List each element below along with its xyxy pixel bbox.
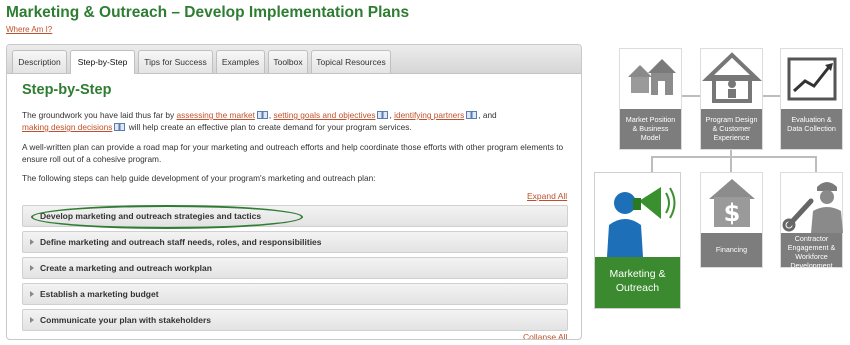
- book-icon[interactable]: [377, 111, 389, 119]
- connector-line: [730, 150, 732, 173]
- card-caption: Program Design & Customer Experience: [705, 115, 758, 142]
- tab-description[interactable]: Description: [12, 50, 67, 73]
- tab-toolbox[interactable]: Toolbox: [268, 50, 308, 73]
- accordion-step-label: Create a marketing and outreach workplan: [40, 263, 212, 273]
- card-program-design[interactable]: Program Design & Customer Experience: [700, 48, 763, 150]
- accordion-step[interactable]: Develop marketing and outreach strategie…: [22, 205, 568, 227]
- connector-line: [815, 156, 817, 173]
- chevron-right-icon: [30, 265, 34, 271]
- accordion-step-label: Develop marketing and outreach strategie…: [40, 211, 262, 221]
- svg-text:$: $: [724, 199, 741, 227]
- accordion-step[interactable]: Establish a marketing budget: [22, 283, 568, 305]
- chevron-right-icon: [30, 317, 34, 323]
- card-caption: Market Position & Business Model: [625, 115, 676, 142]
- card-evaluation[interactable]: Evaluation & Data Collection: [780, 48, 843, 150]
- card-caption: Marketing & Outreach: [609, 268, 666, 294]
- tab-bar: Description Step-by-Step Tips for Succes…: [7, 45, 581, 74]
- intro-text: , and: [478, 110, 497, 120]
- expand-all-link[interactable]: Expand All: [527, 191, 567, 201]
- tab-topical-resources[interactable]: Topical Resources: [311, 50, 391, 73]
- worker-wrench-icon: [782, 182, 843, 233]
- accordion-step[interactable]: Define marketing and outreach staff need…: [22, 231, 568, 253]
- accordion-step-label: Communicate your plan with stakeholders: [40, 315, 211, 325]
- identifying-partners-link[interactable]: identifying partners: [394, 110, 464, 120]
- card-caption: Contractor Engagement & Workforce Develo…: [787, 234, 836, 270]
- design-decisions-link[interactable]: making design decisions: [22, 122, 112, 132]
- intro-text: will help create an effective plan to cr…: [126, 122, 412, 132]
- card-caption: Financing: [715, 245, 748, 254]
- book-icon[interactable]: [466, 111, 478, 119]
- intro-paragraph: The groundwork you have laid thus far by…: [22, 109, 572, 133]
- accordion-step-label: Define marketing and outreach staff need…: [40, 237, 322, 247]
- accordion-step-label: Establish a marketing budget: [40, 289, 159, 299]
- book-icon[interactable]: [256, 111, 268, 119]
- book-icon[interactable]: [114, 123, 126, 131]
- house-person-icon: [702, 52, 762, 103]
- connector-line: [762, 95, 780, 97]
- plan-paragraph: A well-written plan can provide a road m…: [22, 142, 564, 164]
- card-market-position[interactable]: Market Position & Business Model: [619, 48, 682, 150]
- connector-line: [651, 156, 816, 158]
- connector-line: [651, 156, 653, 173]
- tab-tips-for-success[interactable]: Tips for Success: [138, 50, 213, 73]
- tab-examples[interactable]: Examples: [216, 50, 265, 73]
- chart-icon: [787, 57, 837, 101]
- section-heading: Step-by-Step: [22, 82, 112, 98]
- chevron-right-icon: [30, 239, 34, 245]
- houses-icon: [628, 59, 676, 95]
- card-contractor[interactable]: Contractor Engagement & Workforce Develo…: [780, 172, 843, 270]
- steps-intro-paragraph: The following steps can help guide devel…: [22, 173, 376, 183]
- setting-goals-link[interactable]: setting goals and objectives: [274, 110, 376, 120]
- where-am-i-link[interactable]: Where Am I?: [6, 25, 52, 34]
- card-marketing-outreach[interactable]: Marketing & Outreach: [594, 172, 681, 309]
- card-caption: Evaluation & Data Collection: [787, 115, 836, 133]
- accordion-step[interactable]: Communicate your plan with stakeholders: [22, 309, 568, 331]
- connector-line: [682, 95, 700, 97]
- collapse-all-link[interactable]: Collapse All: [523, 332, 567, 339]
- chevron-right-icon: [30, 291, 34, 297]
- page-title: Marketing & Outreach – Develop Implement…: [6, 4, 410, 21]
- intro-text: The groundwork you have laid thus far by: [22, 110, 177, 120]
- assessing-market-link[interactable]: assessing the market: [177, 110, 255, 120]
- tab-step-by-step[interactable]: Step-by-Step: [70, 50, 135, 74]
- megaphone-person-icon: [607, 187, 676, 257]
- dollar-house-icon: $: [709, 179, 755, 227]
- content-panel: Description Step-by-Step Tips for Succes…: [6, 44, 582, 340]
- accordion-step[interactable]: Create a marketing and outreach workplan: [22, 257, 568, 279]
- card-financing[interactable]: $ Financing: [700, 172, 763, 268]
